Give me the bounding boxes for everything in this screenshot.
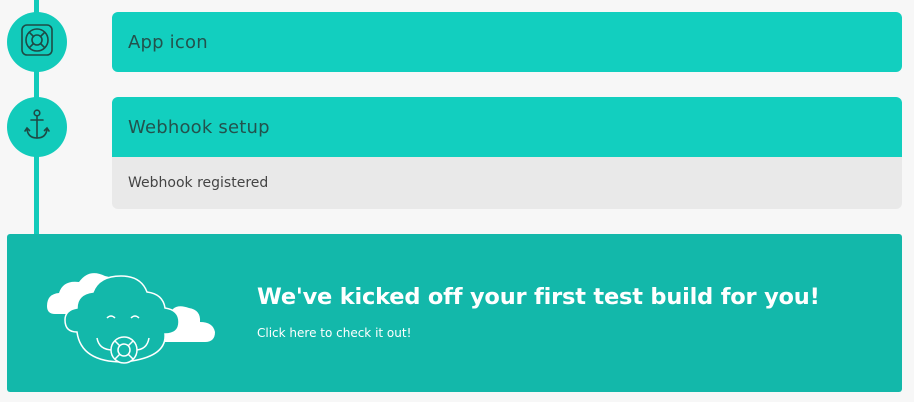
lifebuoy-icon bbox=[20, 23, 54, 61]
step-webhook-header[interactable]: Webhook setup bbox=[112, 97, 902, 157]
step-app-icon[interactable]: App icon bbox=[112, 12, 902, 72]
cloud-mascot-illustration bbox=[47, 273, 215, 364]
step-app-icon-badge bbox=[7, 12, 67, 72]
anchor-icon bbox=[22, 108, 52, 146]
first-build-banner[interactable]: We've kicked off your first test build f… bbox=[7, 234, 902, 392]
step-webhook-body: Webhook registered bbox=[112, 157, 902, 209]
step-webhook-title: Webhook setup bbox=[128, 116, 270, 138]
step-webhook-setup[interactable]: Webhook setup Webhook registered bbox=[112, 97, 902, 209]
banner-title: We've kicked off your first test build f… bbox=[257, 284, 820, 310]
step-app-icon-header[interactable]: App icon bbox=[112, 12, 902, 72]
step-app-icon-title: App icon bbox=[128, 31, 208, 53]
webhook-status-text: Webhook registered bbox=[128, 175, 269, 191]
banner-link[interactable]: Click here to check it out! bbox=[257, 326, 411, 340]
step-webhook-badge bbox=[7, 97, 67, 157]
